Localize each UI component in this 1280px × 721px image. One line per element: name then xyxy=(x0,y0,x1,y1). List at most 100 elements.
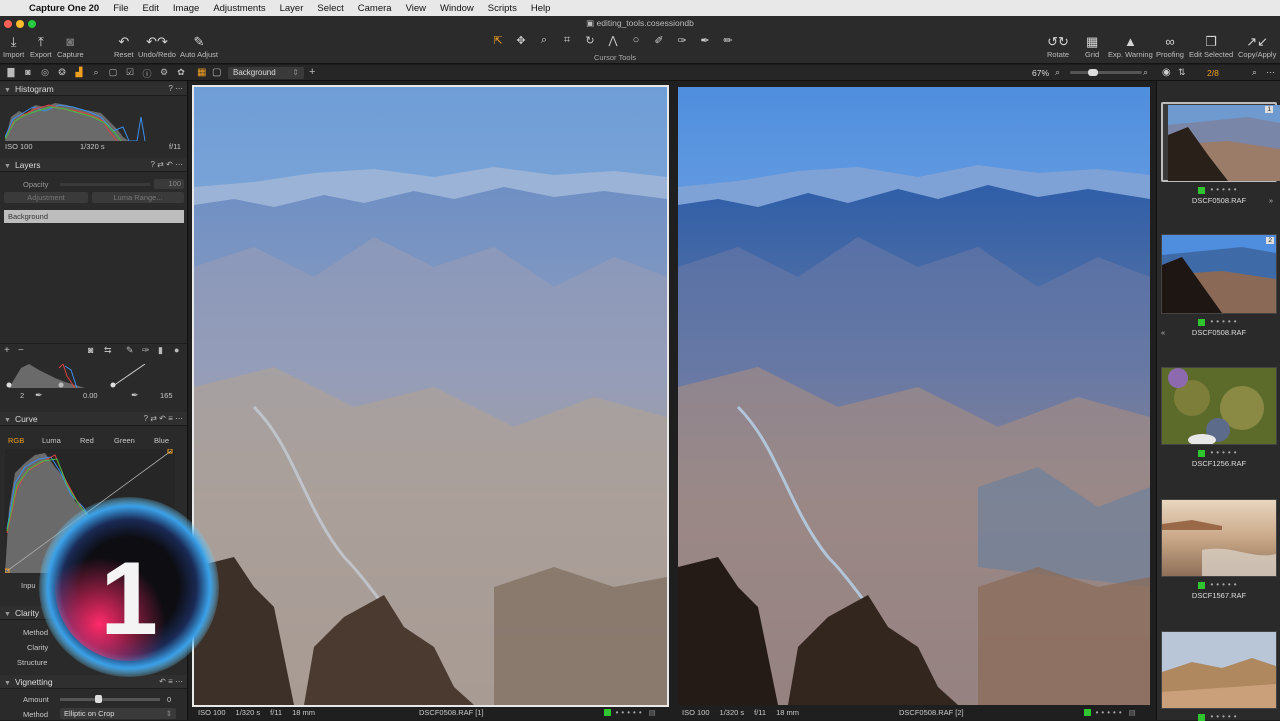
library-tab-icon[interactable]: ▇ xyxy=(4,67,18,80)
layers-menu-icons[interactable]: ? ⇄ ↶ ⋯ xyxy=(150,160,183,169)
curve-tab-green[interactable]: Green xyxy=(114,436,135,445)
levels-high-value[interactable]: 165 xyxy=(160,391,173,400)
zoom-out-icon[interactable]: ⌕ xyxy=(1055,67,1060,78)
thumbnail-5[interactable] xyxy=(1161,631,1277,709)
curve-header[interactable]: ▼ Curve ? ⇄ ↶ ≡ ⋯ xyxy=(0,412,187,426)
sort-icon[interactable]: ⇅ xyxy=(1178,67,1186,78)
star-rating-dots[interactable]: ••••• xyxy=(1210,580,1239,589)
capture-button[interactable]: ◙ Capture xyxy=(57,34,84,59)
add-icon[interactable]: + xyxy=(309,66,315,78)
viewer-image-2[interactable] xyxy=(678,87,1150,705)
histogram-header[interactable]: ▼ Histogram ? ⋯ xyxy=(0,82,187,96)
exp-warning-button[interactable]: ▲ Exp. Warning xyxy=(1108,34,1153,59)
levels-mid-value[interactable]: 0.00 xyxy=(83,391,98,400)
color-tag-green[interactable] xyxy=(1198,186,1206,194)
add-layer-icon[interactable]: + xyxy=(4,345,10,356)
expand-icon[interactable]: » xyxy=(1269,196,1273,205)
pan-icon[interactable]: ✥ xyxy=(513,34,529,47)
amount-slider-handle[interactable] xyxy=(95,695,102,703)
gradient-tool-icon[interactable]: ▮ xyxy=(158,345,163,356)
curve-tab-blue[interactable]: Blue xyxy=(154,436,169,445)
settings-tab-icon[interactable]: ⚙ xyxy=(157,67,171,80)
keystone-icon[interactable]: ⋀ xyxy=(605,34,621,47)
details-tab-icon[interactable]: ⌕ xyxy=(89,67,103,80)
menu-scripts[interactable]: Scripts xyxy=(481,3,524,14)
rotate-button[interactable]: ↺↻ Rotate xyxy=(1047,34,1069,59)
menu-adjustments[interactable]: Adjustments xyxy=(206,3,272,14)
menu-view[interactable]: View xyxy=(399,3,433,14)
menu-file[interactable]: File xyxy=(106,3,135,14)
thumbnail-3[interactable] xyxy=(1161,367,1277,446)
search-icon[interactable]: ⌕ xyxy=(1252,67,1257,78)
layer-select[interactable]: Background ⇕ xyxy=(228,67,304,79)
export-button[interactable]: ⤒ Export xyxy=(30,34,52,59)
levels-low-value[interactable]: 2 xyxy=(20,391,24,400)
menu-select[interactable]: Select xyxy=(310,3,350,14)
remove-layer-icon[interactable]: − xyxy=(18,345,24,356)
copy-apply-button[interactable]: ↗↙ Copy/Apply xyxy=(1238,34,1276,59)
collapse-icon[interactable]: « xyxy=(1161,328,1165,337)
radial-tool-icon[interactable]: ● xyxy=(174,345,179,355)
eye-icon[interactable]: ◉ xyxy=(1162,67,1171,78)
annotate-icon[interactable]: ✏ xyxy=(720,34,736,47)
star-rating-dots[interactable]: ••••• xyxy=(1096,708,1125,717)
circle-icon[interactable]: ○ xyxy=(628,34,644,47)
histogram-menu-icon[interactable]: ? ⋯ xyxy=(168,84,183,93)
undo-redo-button[interactable]: ↶↷ Undo/Redo xyxy=(138,34,176,59)
opacity-slider[interactable] xyxy=(60,183,150,186)
erase-tool-icon[interactable]: ✑ xyxy=(142,345,150,356)
amount-value[interactable]: 0 xyxy=(167,695,171,704)
menu-camera[interactable]: Camera xyxy=(351,3,399,14)
curve-tab-red[interactable]: Red xyxy=(80,436,94,445)
picker-icon[interactable]: ✒ xyxy=(697,34,713,47)
luma-range-button[interactable]: Luma Range... xyxy=(92,192,184,203)
color-tag-green[interactable] xyxy=(1198,449,1206,457)
curve-menu-icons[interactable]: ? ⇄ ↶ ≡ ⋯ xyxy=(144,414,183,423)
viewer-image-1[interactable] xyxy=(192,85,669,707)
more-icon[interactable]: ▤ xyxy=(1129,708,1136,717)
edit-selected-button[interactable]: ❐ Edit Selected xyxy=(1189,34,1233,59)
vignetting-method-select[interactable]: Elliptic on Crop ⇕ xyxy=(60,708,176,719)
output-tab-icon[interactable]: ☑ xyxy=(123,67,137,80)
grid-button[interactable]: ▦ Grid xyxy=(1085,34,1099,59)
brush-icon[interactable]: ✐ xyxy=(651,34,667,47)
opacity-input[interactable]: 100 xyxy=(154,179,184,189)
crop-icon[interactable]: ⌗ xyxy=(559,34,575,47)
menu-help[interactable]: Help xyxy=(524,3,558,14)
multi-view-icon[interactable]: ▦ xyxy=(197,67,206,78)
mask-options-icon[interactable]: ⇆ xyxy=(104,345,112,356)
color-tag-green[interactable] xyxy=(603,709,611,716)
heal-icon[interactable]: ✑ xyxy=(674,34,690,47)
curve-tab-luma[interactable]: Luma xyxy=(42,436,61,445)
loupe-icon[interactable]: ⌕ xyxy=(536,34,552,47)
more-icon[interactable]: ⋯ xyxy=(1266,67,1275,78)
single-view-icon[interactable]: ▢ xyxy=(212,67,221,78)
color-tag-green[interactable] xyxy=(1198,318,1206,326)
menu-app-name[interactable]: Capture One 20 xyxy=(22,3,106,14)
local-tab-icon[interactable]: ▢ xyxy=(106,67,120,80)
star-rating-dots[interactable]: ••••• xyxy=(1210,448,1239,457)
layers-header[interactable]: ▼ Layers ? ⇄ ↶ ⋯ xyxy=(0,158,187,172)
lens-tab-icon[interactable]: ◎ xyxy=(38,67,52,80)
color-tag-green[interactable] xyxy=(1198,581,1206,589)
metadata-tab-icon[interactable]: ⓘ xyxy=(140,67,154,80)
thumbnail-2[interactable]: 2 xyxy=(1161,234,1277,314)
menu-layer[interactable]: Layer xyxy=(273,3,311,14)
white-picker-icon[interactable]: ✒ xyxy=(131,390,139,401)
import-button[interactable]: ⤓ Import xyxy=(3,34,24,59)
rotate-tool-icon[interactable]: ↻ xyxy=(582,34,598,47)
color-tag-green[interactable] xyxy=(1083,709,1091,716)
thumbnail-4[interactable] xyxy=(1161,499,1277,577)
zoom-slider[interactable] xyxy=(1070,69,1142,76)
adjustment-dropdown[interactable]: Adjustment xyxy=(4,192,88,203)
zoom-slider-handle[interactable] xyxy=(1088,69,1098,76)
menu-window[interactable]: Window xyxy=(433,3,481,14)
black-picker-icon[interactable]: ✒ xyxy=(35,390,43,401)
reset-button[interactable]: ↶ Reset xyxy=(114,34,134,59)
thumbnail-1[interactable]: 1 xyxy=(1161,102,1280,182)
menu-edit[interactable]: Edit xyxy=(136,3,166,14)
auto-adjust-button[interactable]: ✎ Auto Adjust xyxy=(180,34,218,59)
curve-tab-rgb[interactable]: RGB xyxy=(8,436,24,445)
star-rating-dots[interactable]: ••••• xyxy=(1210,317,1239,326)
proofing-button[interactable]: ∞ Proofing xyxy=(1156,34,1184,59)
